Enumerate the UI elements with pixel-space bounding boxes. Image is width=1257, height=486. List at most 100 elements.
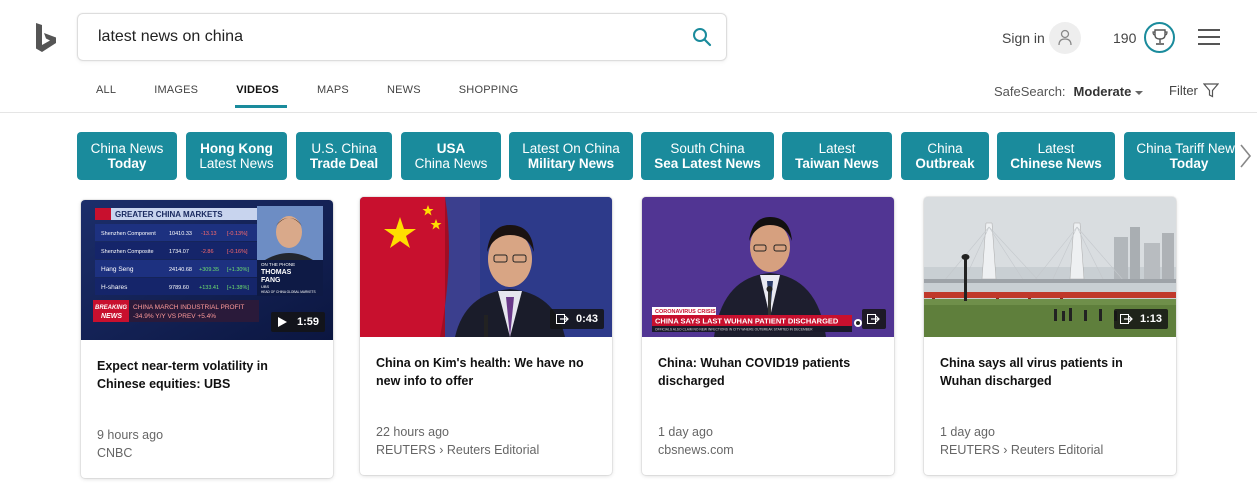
market-row-name: H-shares bbox=[101, 284, 128, 291]
market-row-value: 24140.68 bbox=[169, 267, 192, 273]
video-link-badge bbox=[862, 309, 886, 329]
chip-china-outbreak[interactable]: China Outbreak bbox=[901, 132, 989, 180]
chip-line2: Latest News bbox=[199, 156, 274, 171]
chip-usa-china-news[interactable]: USA China News bbox=[401, 132, 501, 180]
chip-china-tariff-news-today[interactable]: China Tariff News Today bbox=[1124, 132, 1235, 180]
video-age: 22 hours ago bbox=[376, 425, 449, 439]
video-thumbnail[interactable]: 1:13 bbox=[924, 197, 1176, 337]
safesearch-value[interactable]: Moderate bbox=[1074, 84, 1132, 99]
video-source: CNBC bbox=[97, 446, 133, 460]
lower-third-headline: CHINA SAYS LAST WUHAN PATIENT DISCHARGED bbox=[655, 317, 839, 326]
funnel-icon bbox=[1203, 83, 1219, 98]
market-row-name: Shenzhen Component bbox=[101, 231, 156, 237]
duration-text: 1:59 bbox=[296, 316, 319, 328]
video-duration-badge: 0:43 bbox=[549, 309, 604, 329]
chip-line2: Today bbox=[107, 156, 147, 171]
duration-text: 1:13 bbox=[1139, 313, 1162, 325]
video-thumbnail[interactable]: GREATER CHINA MARKETS Shenzhen Component… bbox=[81, 200, 333, 340]
market-row-pct: [-0.16%] bbox=[227, 249, 248, 255]
chip-line1: China bbox=[927, 141, 963, 156]
safesearch-dropdown[interactable]: SafeSearch: Moderate bbox=[994, 84, 1144, 99]
chip-latest-chinese-news[interactable]: Latest Chinese News bbox=[997, 132, 1115, 180]
sign-in-link[interactable]: Sign in bbox=[1002, 30, 1045, 46]
video-duration-badge: 1:13 bbox=[1113, 309, 1168, 329]
video-thumbnail[interactable]: 0:43 bbox=[360, 197, 612, 337]
chip-latest-on-china-military-news[interactable]: Latest On China Military News bbox=[509, 132, 633, 180]
video-title[interactable]: China: Wuhan COVID19 patients discharged bbox=[658, 354, 880, 390]
video-title[interactable]: China says all virus patients in Wuhan d… bbox=[940, 354, 1162, 390]
market-row-change: -2.86 bbox=[201, 249, 214, 255]
bing-logo-icon[interactable] bbox=[34, 22, 60, 54]
tab-shopping[interactable]: SHOPPING bbox=[459, 84, 519, 108]
market-row-pct: [+1.38%] bbox=[227, 285, 249, 291]
news-label: NEWS bbox=[101, 313, 122, 320]
tab-images[interactable]: IMAGES bbox=[154, 84, 198, 108]
chevron-down-icon bbox=[1135, 90, 1144, 95]
search-icon[interactable] bbox=[692, 27, 712, 47]
chip-latest-taiwan-news[interactable]: Latest Taiwan News bbox=[782, 132, 892, 180]
chip-china-news-today[interactable]: China News Today bbox=[77, 132, 177, 180]
chip-line1: USA bbox=[436, 141, 466, 156]
safesearch-label: SafeSearch: bbox=[994, 84, 1066, 99]
market-row-name: Hang Seng bbox=[101, 266, 134, 273]
chip-hong-kong-latest-news[interactable]: Hong Kong Latest News bbox=[186, 132, 287, 180]
share-screen-icon bbox=[867, 314, 880, 324]
chip-line2: Military News bbox=[527, 156, 615, 171]
related-searches: China News Today Hong Kong Latest News U.S… bbox=[77, 132, 1235, 180]
chip-line1: U.S. China bbox=[311, 141, 377, 156]
avatar-icon[interactable] bbox=[1049, 22, 1081, 54]
tab-videos[interactable]: VIDEOS bbox=[235, 84, 287, 108]
video-card[interactable]: 0:43 China on Kim's health: We have no n… bbox=[360, 197, 612, 475]
guest-last-name: FANG bbox=[261, 277, 281, 284]
lower-third-subtext: OFFICIALS ALSO CLAIM NO NEW INFECTIONS I… bbox=[655, 328, 813, 332]
chip-line2: Outbreak bbox=[915, 156, 975, 171]
video-source: cbsnews.com bbox=[658, 443, 734, 457]
filter-label: Filter bbox=[1169, 83, 1198, 98]
market-row-pct: [+1.30%] bbox=[227, 267, 249, 273]
share-screen-icon bbox=[1119, 314, 1133, 324]
chip-line1: Latest On China bbox=[522, 141, 620, 156]
tab-news[interactable]: NEWS bbox=[387, 84, 421, 108]
search-input[interactable] bbox=[98, 14, 678, 60]
market-row-value: 1734.07 bbox=[169, 249, 189, 255]
video-card[interactable]: GREATER CHINA MARKETS Shenzhen Component… bbox=[81, 200, 333, 478]
tab-all[interactable]: ALL bbox=[96, 84, 116, 108]
guest-role: HEAD OF CHINA GLOBAL MARKETS bbox=[261, 290, 316, 294]
share-screen-icon bbox=[555, 314, 569, 324]
video-card[interactable]: CORONAVIRUS CRISIS CHINA SAYS LAST WUHAN… bbox=[642, 197, 894, 475]
market-row-value: 9789.60 bbox=[169, 285, 189, 291]
menu-hamburger-icon[interactable] bbox=[1198, 29, 1220, 45]
chip-south-china-sea-latest-news[interactable]: South China Sea Latest News bbox=[641, 132, 774, 180]
ticker-line-2: -34.9% Y/Y VS PREV +5.4% bbox=[133, 313, 216, 320]
chip-line2: Chinese News bbox=[1010, 156, 1102, 171]
wuhan-thumbnail-graphic: CORONAVIRUS CRISIS CHINA SAYS LAST WUHAN… bbox=[642, 197, 894, 337]
video-source: REUTERS › Reuters Editorial bbox=[376, 443, 540, 457]
video-title[interactable]: China on Kim's health: We have no new in… bbox=[376, 354, 598, 390]
play-icon bbox=[277, 317, 287, 327]
chip-line2: China News bbox=[414, 156, 488, 171]
chevron-right-icon[interactable] bbox=[1238, 142, 1252, 170]
video-source: REUTERS › Reuters Editorial bbox=[940, 443, 1104, 457]
rewards-points[interactable]: 190 bbox=[1113, 30, 1136, 46]
chip-line2: Taiwan News bbox=[795, 156, 879, 171]
video-thumbnail[interactable]: CORONAVIRUS CRISIS CHINA SAYS LAST WUHAN… bbox=[642, 197, 894, 337]
guest-first-name: THOMAS bbox=[261, 269, 292, 276]
video-title[interactable]: Expect near-term volatility in Chinese e… bbox=[97, 357, 319, 393]
ticker-line-1: CHINA MARCH INDUSTRIAL PROFIT bbox=[133, 304, 244, 311]
rewards-trophy-icon[interactable] bbox=[1144, 22, 1175, 53]
chip-line2: Trade Deal bbox=[309, 156, 379, 171]
market-row-value: 10410.33 bbox=[169, 231, 192, 237]
search-scope-tabs: ALL IMAGES VIDEOS MAPS NEWS SHOPPING bbox=[96, 84, 556, 108]
chip-line1: China News bbox=[90, 141, 164, 156]
chip-line1: South China bbox=[670, 141, 745, 156]
chip-us-china-trade-deal[interactable]: U.S. China Trade Deal bbox=[296, 132, 392, 180]
tab-divider bbox=[0, 112, 1257, 113]
search-box[interactable] bbox=[77, 13, 727, 61]
on-the-phone-label: ON THE PHONE bbox=[261, 262, 295, 267]
video-card[interactable]: 1:13 China says all virus patients in Wu… bbox=[924, 197, 1176, 475]
tab-maps[interactable]: MAPS bbox=[317, 84, 349, 108]
video-duration-badge: 1:59 bbox=[270, 312, 325, 332]
market-row-change: -13.13 bbox=[201, 231, 217, 237]
filter-button[interactable]: Filter bbox=[1169, 83, 1219, 98]
breaking-label: BREAKING bbox=[95, 305, 127, 311]
